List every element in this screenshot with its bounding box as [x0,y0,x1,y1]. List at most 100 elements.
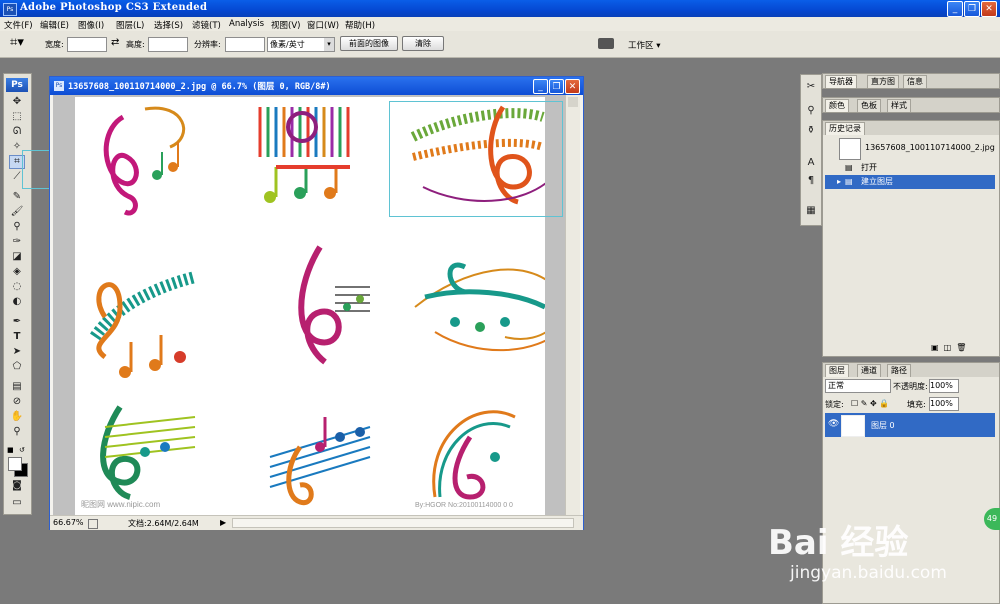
notes-tool-icon[interactable]: ▤ [10,381,24,393]
baidu-watermark-url: jingyan.baidu.com [790,563,947,583]
color-panel: 颜色 色板 样式 [822,97,1000,113]
eraser-tool-icon[interactable]: ◪ [10,251,24,263]
resolution-units-select[interactable]: 像素/英寸 ▾ [267,37,335,52]
path-selection-tool-icon[interactable]: ➤ [10,346,24,358]
menu-analysis[interactable]: Analysis [229,19,264,29]
file-browser-icon[interactable] [598,38,614,49]
menu-filter[interactable]: 滤镜(T) [192,19,221,31]
resolution-input[interactable] [225,37,265,52]
status-arrow-icon[interactable]: ▶ [220,518,226,527]
lasso-tool-icon[interactable]: ᘏ [10,126,24,138]
healing-brush-tool-icon[interactable]: ✎ [10,191,24,203]
tools-presets-icon[interactable]: ✂ [804,81,818,93]
document-window: Ps 13657608_100110714000_2.jpg @ 66.7% (… [49,76,584,530]
swap-colors-icon[interactable]: ↺ [19,446,27,454]
layer-row[interactable]: 👁 图层 0 [825,413,995,437]
menu-view[interactable]: 视图(V) [271,19,300,31]
selection-guide-box [389,101,563,217]
doc-maximize-button[interactable]: ❐ [549,79,564,94]
tab-swatches[interactable]: 色板 [857,99,881,112]
pen-tool-icon[interactable]: ✒ [10,316,24,328]
layer-name: 图层 0 [871,421,895,430]
resolution-units-value: 像素/英寸 [270,40,305,49]
zoom-level[interactable]: 66.67% [53,518,84,527]
shape-tool-icon[interactable]: ⬠ [10,361,24,373]
menu-help[interactable]: 帮助(H) [345,19,375,31]
badge-counter[interactable]: 49 [984,508,1000,530]
close-button[interactable]: ✕ [981,1,997,17]
clone-stamp-tool-icon[interactable]: ⚲ [10,221,24,233]
tab-navigator[interactable]: 导航器 [825,75,857,88]
front-image-button[interactable]: 前面的图像 [340,36,398,51]
menu-select[interactable]: 选择(S) [154,19,183,31]
eyedropper-tool-icon[interactable]: ⊘ [10,396,24,408]
navigator-tabs: 导航器 直方图 信息 [823,74,999,88]
height-input[interactable] [148,37,188,52]
tab-histogram[interactable]: 直方图 [867,75,899,88]
resolution-label: 分辨率: [194,40,221,49]
opacity-input[interactable]: 100% [929,379,959,393]
history-item-new-layer[interactable]: ▸ ▤ 建立图层 [825,175,995,189]
doc-close-button[interactable]: ✕ [565,79,580,94]
clear-button[interactable]: 清除 [402,36,444,51]
screen-mode-icon[interactable]: ▭ [10,497,24,509]
history-brush-tool-icon[interactable]: ✑ [10,236,24,248]
clone-source-icon[interactable]: ⚱ [804,125,818,137]
doc-minimize-button[interactable]: _ [533,79,548,94]
restore-button[interactable]: ❐ [964,1,980,17]
layer-visibility-eye-icon[interactable]: 👁 [828,419,839,429]
brushes-panel-icon[interactable]: ⚲ [804,105,818,117]
menu-layer[interactable]: 图层(L) [116,19,144,31]
tab-info[interactable]: 信息 [903,75,927,88]
zoom-tool-icon[interactable]: ⚲ [10,426,24,438]
history-item-icon: ▤ [845,163,853,172]
keyboard-clef-art-2 [90,271,197,378]
workspace-menu[interactable]: 工作区 ▾ [628,39,660,51]
minimize-button[interactable]: _ [947,1,963,17]
scroll-up-icon[interactable] [568,97,578,107]
foreground-color-swatch[interactable] [8,457,22,471]
image-canvas[interactable]: 昵图网 www.nipic.com By:HGOR No:20100114000… [75,97,566,515]
tab-layers[interactable]: 图层 [825,364,849,377]
dodge-tool-icon[interactable]: ◐ [10,296,24,308]
history-snapshot[interactable]: 13657608_100110714000_2.jpg [825,137,995,161]
history-item-label: 建立图层 [861,177,893,186]
quick-mask-icon[interactable]: ◙ [10,480,24,492]
tab-paths[interactable]: 路径 [887,364,911,377]
brush-tool-icon[interactable]: 🖌 [10,206,24,218]
snapshot-label: 13657608_100110714000_2.jpg [865,143,995,152]
lock-icons[interactable]: ☐ ✎ ✥ 🔒 [851,399,889,408]
hand-tool-icon[interactable]: ✋ [10,411,24,423]
tab-history[interactable]: 历史记录 [825,122,865,135]
fill-input[interactable]: 100% [929,397,959,411]
paint-bucket-tool-icon[interactable]: ◈ [10,266,24,278]
blend-mode-select[interactable]: 正常 [825,379,891,393]
marquee-tool-icon[interactable]: ⬚ [10,111,24,123]
menu-image[interactable]: 图像(I) [78,19,104,31]
crop-tool-preset-icon[interactable]: ⌗▾ [10,36,32,50]
menu-edit[interactable]: 编辑(E) [40,19,69,31]
tab-channels[interactable]: 通道 [857,364,881,377]
width-input[interactable] [67,37,107,52]
toolbox-logo[interactable]: Ps [6,78,28,92]
panel-icon-strip: ✂ ⚲ ⚱ A ¶ ▦ [800,74,822,226]
move-tool-icon[interactable]: ✥ [10,96,24,108]
blur-tool-icon[interactable]: ◌ [10,281,24,293]
swap-dimensions-icon[interactable]: ⇄ [111,37,119,48]
history-item-open[interactable]: ▤ 打开 [825,161,995,175]
horizontal-scrollbar[interactable] [232,518,574,528]
options-bar: ⌗▾ 宽度: ⇄ 高度: 分辨率: 像素/英寸 ▾ 前面的图像 清除 工作区 ▾ [0,31,1000,58]
lock-label: 锁定: [825,400,844,409]
status-menu-icon[interactable] [88,519,98,529]
tab-color[interactable]: 颜色 [825,99,849,112]
type-tool-icon[interactable]: T [10,331,24,343]
default-colors-icon[interactable]: ■ [7,446,15,454]
history-footer-icons[interactable]: ▣ ◫ 🗑 [931,343,966,352]
layer-comps-icon[interactable]: ▦ [804,205,818,217]
menu-window[interactable]: 窗口(W) [307,19,339,31]
paragraph-panel-icon[interactable]: ¶ [804,175,818,187]
character-panel-icon[interactable]: A [804,157,818,169]
vertical-scrollbar[interactable] [565,95,580,515]
tab-styles[interactable]: 样式 [887,99,911,112]
menu-file[interactable]: 文件(F) [4,19,33,31]
